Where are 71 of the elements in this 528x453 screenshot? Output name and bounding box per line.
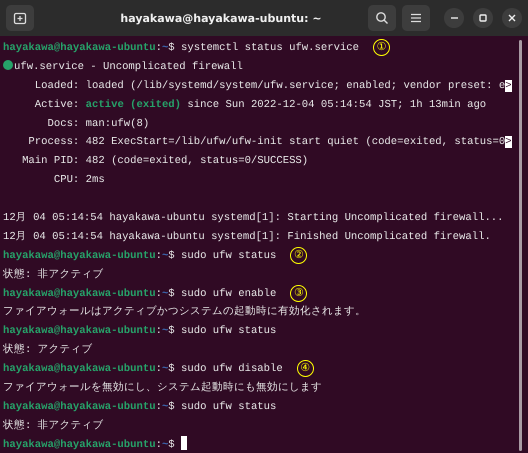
prompt-symbol: $ bbox=[168, 288, 175, 300]
command-text: sudo ufw disable bbox=[181, 363, 283, 376]
command-text: systemctl status ufw.service bbox=[181, 42, 360, 54]
output-text: 状態: 非アクティブ bbox=[3, 420, 104, 432]
command-text: sudo ufw status bbox=[181, 400, 276, 413]
prompt-user: hayakawa@hayakawa-ubuntu bbox=[3, 288, 156, 300]
prompt-path: ~ bbox=[162, 42, 168, 54]
output-text: 状態: アクティブ bbox=[3, 344, 93, 356]
prompt-colon: : bbox=[156, 288, 162, 300]
output-text: since Sun 2022-12-04 05:14:54 JST; 1h 13min ago bbox=[186, 98, 486, 111]
output-text: 12月 04 05:14:54 hayakawa-ubuntu systemd[1]: Finished Uncomplicated firewall. bbox=[3, 230, 491, 243]
close-button[interactable] bbox=[502, 8, 522, 28]
prompt-path: ~ bbox=[162, 438, 168, 451]
prompt-path: ~ bbox=[162, 288, 168, 300]
maximize-button[interactable] bbox=[473, 8, 493, 28]
annotation-number: ② bbox=[290, 246, 308, 264]
prompt-symbol: $ bbox=[168, 363, 175, 376]
output-text: ファイアウォールを無効にし、システム起動時にも無効にします bbox=[3, 382, 322, 394]
prompt-symbol: $ bbox=[168, 438, 175, 451]
annotation-number: ③ bbox=[290, 284, 308, 302]
prompt-colon: : bbox=[156, 250, 162, 262]
prompt-colon: : bbox=[156, 400, 162, 413]
scrollbar[interactable] bbox=[519, 40, 522, 451]
new-tab-icon bbox=[13, 11, 27, 25]
output-text: ufw.service - Uncomplicated firewall bbox=[14, 60, 243, 73]
prompt-colon: : bbox=[156, 363, 162, 376]
prompt-path: ~ bbox=[162, 250, 168, 262]
status-dot bbox=[3, 60, 13, 70]
output-text: Process: 482 ExecStart=/lib/ufw/ufw-init start quiet (code=exited, status=0 bbox=[27, 136, 506, 148]
command-text: sudo ufw status bbox=[181, 325, 276, 338]
output-text: CPU: 2ms bbox=[52, 174, 105, 186]
search-icon bbox=[375, 11, 389, 25]
maximize-icon bbox=[478, 13, 488, 23]
prompt-symbol: $ bbox=[168, 325, 175, 338]
prompt-user: hayakawa@hayakawa-ubuntu bbox=[3, 42, 156, 54]
annotation-number: ① bbox=[373, 39, 390, 56]
prompt-symbol: $ bbox=[168, 400, 175, 413]
search-button[interactable] bbox=[368, 5, 396, 31]
minimize-icon bbox=[450, 17, 458, 19]
command-text: sudo ufw status bbox=[181, 250, 276, 262]
output-text: Active: bbox=[34, 98, 80, 111]
menu-icon bbox=[410, 12, 422, 24]
overflow-marker: > bbox=[505, 80, 512, 92]
output-text: Docs: man:ufw(8) bbox=[46, 118, 150, 130]
prompt-symbol: $ bbox=[168, 42, 175, 54]
prompt-user: hayakawa@hayakawa-ubuntu bbox=[3, 438, 156, 451]
status-text: active (exited) bbox=[86, 98, 182, 111]
menu-button[interactable] bbox=[402, 5, 430, 31]
prompt-colon: : bbox=[156, 438, 162, 451]
annotation-number: ④ bbox=[296, 360, 314, 378]
window-title: hayakawa@hayakawa-ubuntu: ~ bbox=[119, 12, 323, 24]
prompt-user: hayakawa@hayakawa-ubuntu bbox=[3, 363, 156, 376]
prompt-path: ~ bbox=[162, 400, 168, 413]
prompt-colon: : bbox=[156, 42, 162, 54]
output-text: 12月 04 05:14:54 hayakawa-ubuntu systemd[1]: Starting Uncomplicated firewall... bbox=[3, 212, 504, 224]
output-text: Main PID: 482 (code=exited, status=0/SUCCESS) bbox=[21, 155, 308, 168]
new-tab-button[interactable] bbox=[6, 5, 34, 31]
prompt-path: ~ bbox=[162, 325, 168, 338]
close-icon bbox=[507, 13, 517, 23]
output-text: 状態: 非アクティブ bbox=[3, 268, 104, 281]
output-text: ファイアウォールはアクティブかつシステムの起動時に有効化されます。 bbox=[3, 306, 366, 318]
prompt-colon: : bbox=[156, 325, 162, 338]
prompt-path: ~ bbox=[162, 363, 168, 376]
prompt-user: hayakawa@hayakawa-ubuntu bbox=[3, 325, 156, 338]
output-text: Loaded: loaded (/lib/systemd/system/ufw.service; enabled; vendor preset: e bbox=[34, 80, 506, 92]
command-text: sudo ufw enable bbox=[181, 288, 276, 300]
prompt-user: hayakawa@hayakawa-ubuntu bbox=[3, 250, 156, 262]
minimize-button[interactable] bbox=[444, 8, 464, 28]
prompt-symbol: $ bbox=[168, 250, 175, 262]
prompt-user: hayakawa@hayakawa-ubuntu bbox=[3, 400, 156, 413]
overflow-marker: > bbox=[505, 136, 512, 148]
